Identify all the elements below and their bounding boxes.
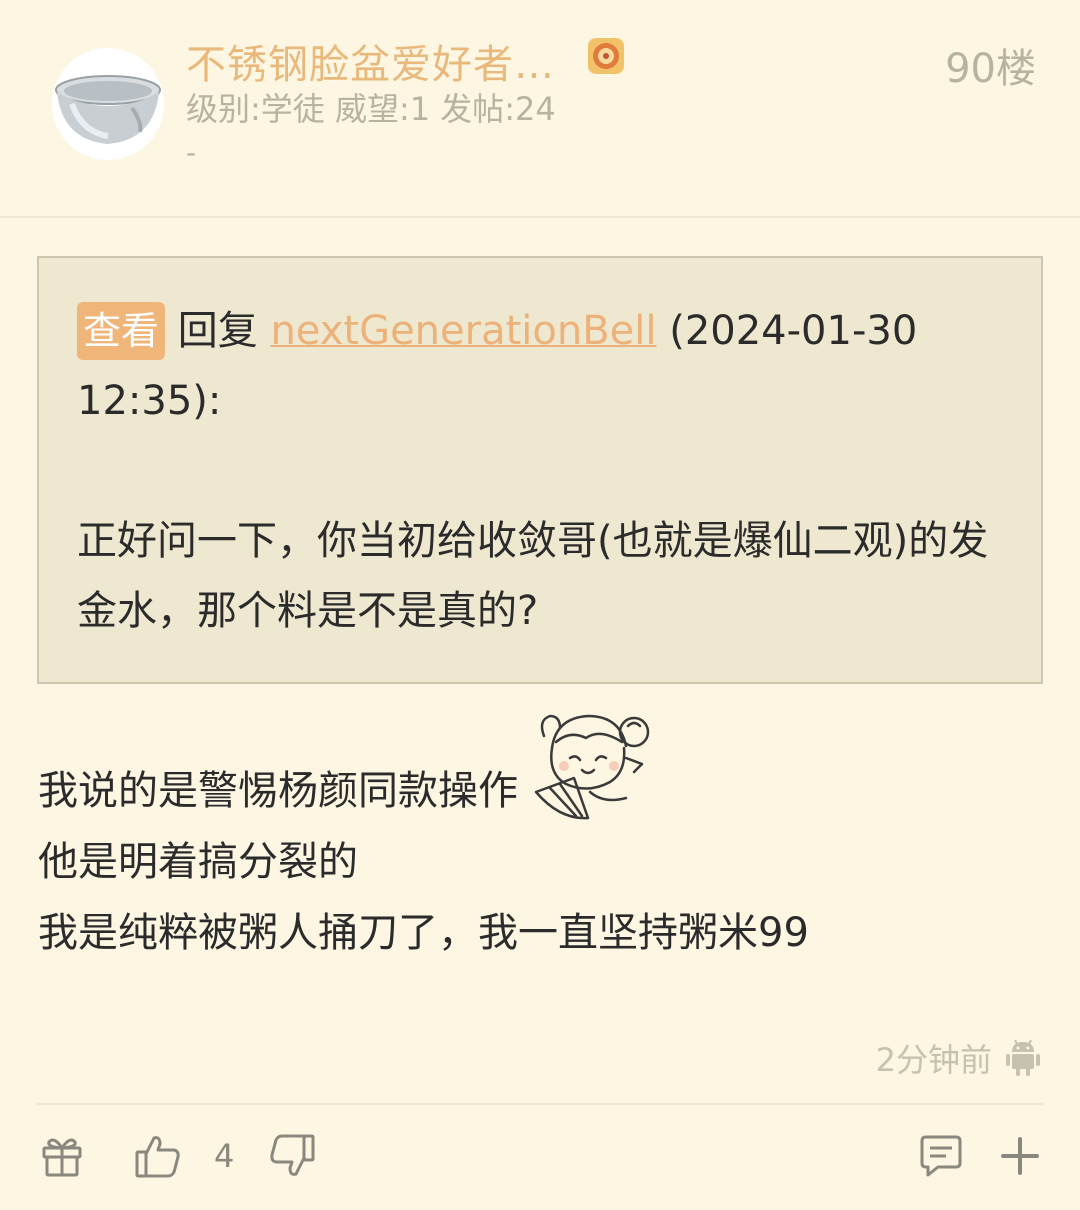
like-button[interactable] [134, 1130, 182, 1182]
medal-badge-icon [588, 38, 624, 74]
post-time: 2分钟前 [875, 1041, 992, 1079]
quote-text: 正好问一下，你当初给收敛哥(也就是爆仙二观)的发金水，那个料是不是真的? [77, 518, 989, 634]
username[interactable]: 不锈钢脸盆爱好者… [186, 32, 555, 90]
body-line: 他是明着搞分裂的 [38, 839, 358, 885]
gift-icon [42, 1138, 82, 1177]
thumbs-down-icon [270, 1134, 315, 1176]
comment-button[interactable] [918, 1130, 964, 1182]
view-quote-button[interactable]: 查看 [77, 302, 166, 360]
body-line: 我是纯粹被粥人捅刀了，我一直坚持粥米99 [38, 910, 809, 956]
steel-bowl-image [52, 48, 164, 160]
gift-button[interactable] [40, 1130, 84, 1182]
quoted-reply: 查看 回复 nextGenerationBell (2024-01-30 12:… [37, 256, 1043, 684]
dislike-button[interactable] [268, 1130, 316, 1182]
more-button[interactable] [1000, 1130, 1040, 1182]
reply-user-link[interactable]: nextGenerationBell [270, 308, 656, 354]
footer-divider [37, 1103, 1043, 1105]
reply-word: 回复 [177, 308, 258, 354]
floor-number: 90楼 [945, 46, 1036, 92]
user-stats: 级别:学徒 威望:1 发帖:24 [186, 90, 556, 128]
user-signature: - [186, 136, 197, 169]
header-divider [0, 216, 1080, 218]
android-icon [1006, 1039, 1040, 1076]
plus-icon [1001, 1137, 1039, 1175]
post-header: 不锈钢脸盆爱好者… 级别:学徒 威望:1 发帖:24 - 90楼 [0, 0, 1080, 216]
like-count: 4 [214, 1137, 235, 1175]
quote-header: 查看 回复 nextGenerationBell (2024-01-30 12:… [77, 296, 1005, 436]
comment-icon [920, 1135, 962, 1177]
thumbs-up-icon [135, 1136, 180, 1178]
post-time-row: 2分钟前 [876, 1036, 1040, 1080]
chibi-sticker-image [534, 714, 650, 820]
user-avatar[interactable] [52, 48, 164, 160]
